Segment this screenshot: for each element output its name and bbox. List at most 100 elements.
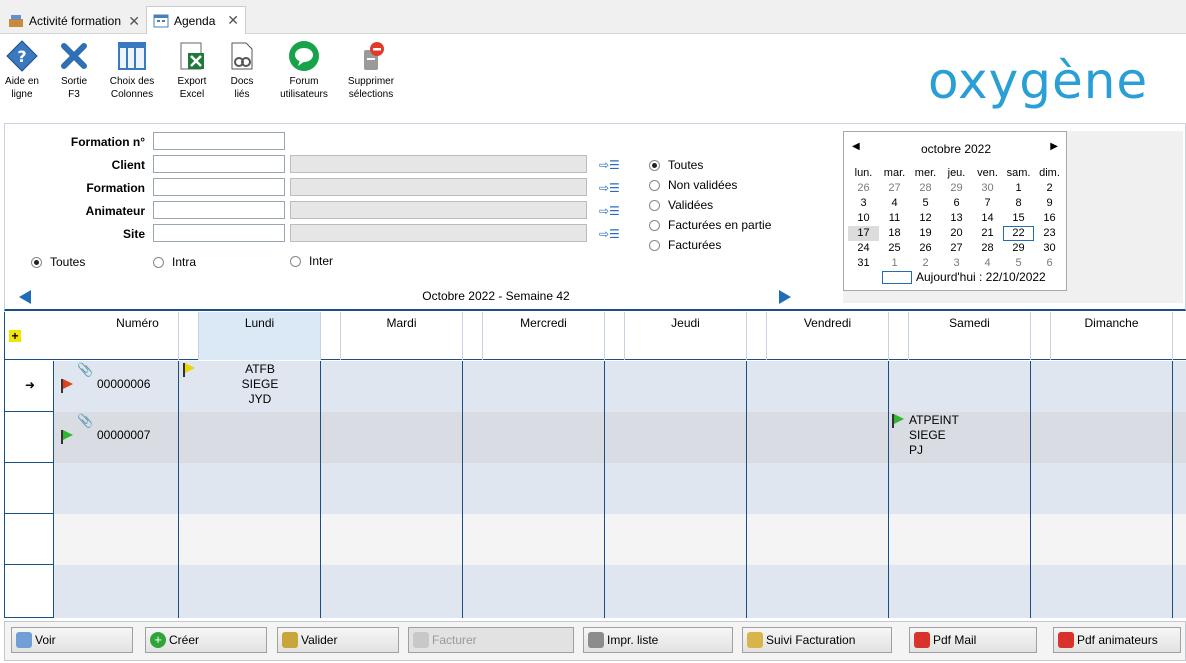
calendar-day[interactable]: 6 <box>1034 256 1065 271</box>
row-selector[interactable] <box>5 412 54 463</box>
suivi-facturation-button[interactable]: Suivi Facturation <box>742 627 892 653</box>
type-radio-toutes[interactable]: Toutes <box>31 255 85 269</box>
calendar-day[interactable]: 11 <box>879 211 910 226</box>
calendar-day[interactable]: 18 <box>879 226 910 241</box>
formation-no-field[interactable] <box>153 132 285 150</box>
calendar-day[interactable]: 10 <box>848 211 879 226</box>
calendar-day[interactable]: 27 <box>941 241 972 256</box>
table-row[interactable] <box>5 565 1186 618</box>
facturer-button[interactable]: Facturer <box>408 627 574 653</box>
column-numero[interactable]: Numéro <box>97 312 179 360</box>
calendar-day[interactable]: 2 <box>1034 181 1065 196</box>
column-dimanche[interactable]: Dimanche <box>1051 312 1173 360</box>
calendar-day[interactable]: 1 <box>1003 181 1034 196</box>
site-code-field[interactable] <box>153 224 285 242</box>
calendar-day[interactable]: 14 <box>972 211 1003 226</box>
calendar-day[interactable]: 29 <box>1003 241 1034 256</box>
exit-button[interactable]: Sortie F3 <box>56 40 92 101</box>
calendar-day[interactable]: 3 <box>848 196 879 211</box>
event-samedi[interactable]: ATPEINT SIEGE PJ <box>909 413 1031 458</box>
calendar-day[interactable]: 15 <box>1003 211 1034 226</box>
type-radio-intra[interactable]: Intra <box>153 255 196 269</box>
table-row[interactable] <box>5 514 1186 565</box>
next-week-icon[interactable] <box>779 290 791 304</box>
linked-docs-button[interactable]: Docs liés <box>224 40 260 101</box>
site-lookup-icon[interactable]: ⇨☰ <box>599 227 620 241</box>
status-radio-toutes[interactable]: Toutes <box>649 158 703 172</box>
next-month-icon[interactable]: ▶ <box>1050 141 1058 152</box>
calendar-day[interactable]: 28 <box>972 241 1003 256</box>
formation-code-field[interactable] <box>153 178 285 196</box>
impr-liste-button[interactable]: Impr. liste <box>583 627 733 653</box>
close-icon[interactable]: ✕ <box>227 12 239 29</box>
delete-selection-button[interactable]: Supprimer sélections <box>344 40 398 101</box>
status-radio-validees[interactable]: Validées <box>649 198 713 212</box>
event-lundi[interactable]: ATFB SIEGE JYD <box>199 362 321 407</box>
column-mardi[interactable]: Mardi <box>341 312 463 360</box>
pdf-animateurs-button[interactable]: Pdf animateurs <box>1053 627 1181 653</box>
help-button[interactable]: ? Aide en ligne <box>4 40 40 101</box>
row-selector[interactable] <box>5 463 54 514</box>
status-radio-non-validees[interactable]: Non validées <box>649 178 737 192</box>
calendar-day[interactable]: 8 <box>1003 196 1034 211</box>
client-lookup-icon[interactable]: ⇨☰ <box>599 158 620 172</box>
calendar-day[interactable]: 27 <box>879 181 910 196</box>
tab-activite-formation[interactable]: Activité formation ✕ <box>2 8 146 34</box>
table-row[interactable]: ➜ 📎 00000006 ATFB SIEGE JYD <box>5 361 1186 412</box>
animateur-lookup-icon[interactable]: ⇨☰ <box>599 204 620 218</box>
calendar-day[interactable]: 25 <box>879 241 910 256</box>
calendar-day[interactable]: 12 <box>910 211 941 226</box>
column-lundi[interactable]: Lundi <box>199 312 321 360</box>
calendar-day[interactable]: 26 <box>910 241 941 256</box>
calendar-day[interactable]: 7 <box>972 196 1003 211</box>
type-radio-inter[interactable]: Inter <box>290 254 333 268</box>
column-jeudi[interactable]: Jeudi <box>625 312 747 360</box>
calendar-day[interactable]: 13 <box>941 211 972 226</box>
calendar-today[interactable]: Aujourd'hui : 22/10/2022 <box>882 270 1046 284</box>
calendar-day[interactable]: 24 <box>848 241 879 256</box>
calendar-day[interactable]: 30 <box>1034 241 1065 256</box>
tab-agenda[interactable]: Agenda ✕ <box>146 6 246 34</box>
column-mercredi[interactable]: Mercredi <box>483 312 605 360</box>
forum-button[interactable]: Forum utilisateurs <box>276 40 332 101</box>
calendar-day[interactable]: 31 <box>848 256 879 271</box>
calendar-day[interactable]: 21 <box>972 226 1003 241</box>
table-row[interactable]: 📎 00000007 ATPEINT SIEGE PJ <box>5 412 1186 463</box>
status-radio-facturees[interactable]: Facturées <box>649 238 721 252</box>
row-selector[interactable]: ➜ <box>5 361 54 412</box>
columns-button[interactable]: Choix des Colonnes <box>108 40 156 101</box>
calendar-day[interactable]: 6 <box>941 196 972 211</box>
calendar-day[interactable]: 19 <box>910 226 941 241</box>
paperclip-icon[interactable]: 📎 <box>77 362 93 378</box>
calendar-day[interactable]: 9 <box>1034 196 1065 211</box>
calendar-day[interactable]: 3 <box>941 256 972 271</box>
row-selector[interactable] <box>5 514 54 565</box>
calendar-day[interactable]: 17 <box>848 226 879 241</box>
table-row[interactable] <box>5 463 1186 514</box>
calendar-day[interactable]: 26 <box>848 181 879 196</box>
calendar-day[interactable]: 29 <box>941 181 972 196</box>
status-radio-facturees-partie[interactable]: Facturées en partie <box>649 218 771 232</box>
export-excel-button[interactable]: Export Excel <box>172 40 212 101</box>
formation-lookup-icon[interactable]: ⇨☰ <box>599 181 620 195</box>
calendar-day[interactable]: 5 <box>1003 256 1034 271</box>
calendar-day[interactable]: 5 <box>910 196 941 211</box>
calendar-day[interactable]: 4 <box>879 196 910 211</box>
column-vendredi[interactable]: Vendredi <box>767 312 889 360</box>
pdf-mail-button[interactable]: Pdf Mail <box>909 627 1037 653</box>
calendar-day[interactable]: 4 <box>972 256 1003 271</box>
calendar-day[interactable]: 23 <box>1034 226 1065 241</box>
add-row-icon[interactable]: + <box>9 330 21 342</box>
paperclip-icon[interactable]: 📎 <box>77 413 93 429</box>
calendar-day[interactable]: 30 <box>972 181 1003 196</box>
column-samedi[interactable]: Samedi <box>909 312 1031 360</box>
calendar-day[interactable]: 2 <box>910 256 941 271</box>
row-selector[interactable] <box>5 565 54 618</box>
animateur-code-field[interactable] <box>153 201 285 219</box>
calendar-day[interactable]: 28 <box>910 181 941 196</box>
calendar-day[interactable]: 1 <box>879 256 910 271</box>
valider-button[interactable]: Valider <box>277 627 399 653</box>
creer-button[interactable]: + Créer <box>145 627 267 653</box>
calendar-day[interactable]: 20 <box>941 226 972 241</box>
calendar-day[interactable]: 22 <box>1003 226 1034 241</box>
